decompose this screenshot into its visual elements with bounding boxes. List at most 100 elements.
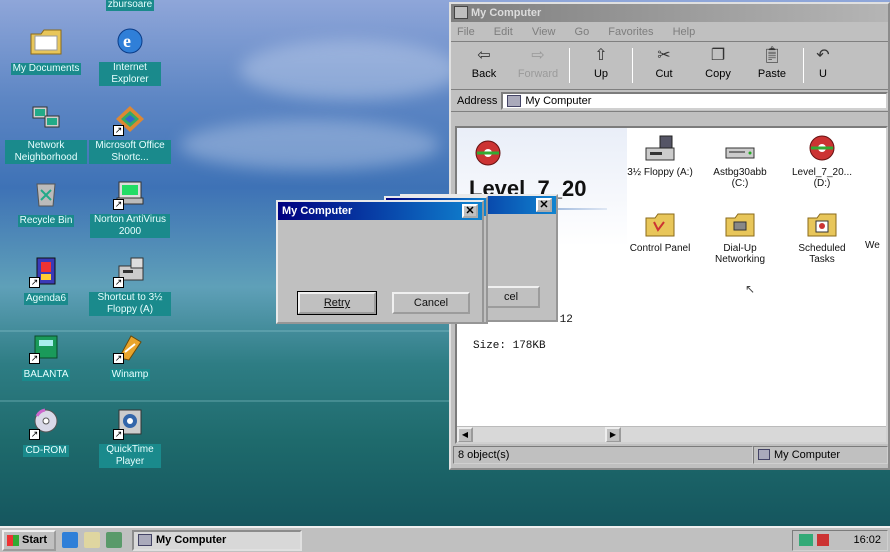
desktop-icon-floppy-shortcut[interactable]: ↗ Shortcut to 3½ Floppy (A) (88, 256, 172, 316)
desktop-icon-quicktime[interactable]: ↗ QuickTime Player (88, 408, 172, 468)
desktop-icon-label: My Documents (10, 63, 82, 75)
status-location: My Computer (753, 446, 888, 464)
up-folder-icon: ⇧ (594, 47, 608, 64)
desktop-icon-label: Recycle Bin (17, 215, 75, 227)
desktop-icon-label: Norton AntiVirus 2000 (90, 214, 170, 238)
menu-edit[interactable]: Edit (494, 26, 513, 38)
horizontal-scrollbar[interactable]: ◀ ▶ (457, 426, 886, 442)
office-icon: ↗ (113, 104, 147, 136)
cd-drive-icon (471, 138, 505, 168)
menu-favorites[interactable]: Favorites (608, 26, 653, 38)
menu-help[interactable]: Help (673, 26, 696, 38)
clock[interactable]: 16:02 (853, 534, 881, 546)
cancel-button[interactable]: Cancel (392, 292, 470, 314)
item-hard-drive[interactable]: Astbg30abb (C:) (705, 134, 775, 189)
desktop-icon-office[interactable]: ↗ Microsoft Office Shortc... (88, 104, 172, 164)
undo-icon: ↶ (816, 47, 830, 64)
network-icon (29, 104, 63, 136)
menu-go[interactable]: Go (575, 26, 590, 38)
close-button[interactable]: ✕ (462, 204, 478, 218)
desktop-icon-label: Winamp (109, 369, 151, 381)
taskbar-button-my-computer[interactable]: My Computer (132, 529, 302, 551)
item-cd-drive[interactable]: Level_7_20... (D:) (787, 134, 857, 189)
desktop-icon-recycle-bin[interactable]: Recycle Bin (4, 178, 88, 227)
winamp-icon: ↗ (113, 332, 147, 364)
control-panel-icon (644, 210, 676, 240)
item-label: 3½ Floppy (A:) (627, 167, 693, 178)
my-computer-icon (758, 449, 770, 460)
dialog-title: My Computer (282, 205, 353, 217)
explorer-menubar: File Edit View Go Favorites Help (451, 22, 888, 42)
quicklaunch-outlook-icon[interactable] (84, 532, 100, 548)
back-button[interactable]: ⇦ Back (457, 42, 511, 89)
desktop-icon-network-neighborhood[interactable]: Network Neighborhood (4, 104, 88, 164)
volume-tray-icon[interactable] (817, 534, 829, 546)
cancel-label-partial: cel (503, 291, 519, 303)
start-button[interactable]: Start (2, 529, 56, 551)
hard-drive-icon (724, 134, 756, 164)
network-tray-icon[interactable] (799, 534, 813, 546)
copy-icon: ❐ (710, 47, 726, 64)
desktop-icon-label: CD-ROM (23, 445, 69, 457)
desktop-icon-label: QuickTime Player (99, 444, 161, 468)
scroll-left-button[interactable]: ◀ (457, 427, 473, 442)
toolbar-separator (803, 48, 804, 83)
desktop-icon-agenda[interactable]: ↗ Agenda6 (4, 256, 88, 305)
item-floppy-drive[interactable]: 3½ Floppy (A:) (625, 134, 695, 178)
copy-label: Copy (705, 68, 731, 80)
quicklaunch-ie-icon[interactable] (62, 532, 78, 548)
cancel-label: Cancel (413, 297, 449, 309)
close-button[interactable]: ✕ (536, 198, 552, 212)
address-value: My Computer (525, 94, 592, 107)
internet-explorer-icon: e (113, 26, 147, 58)
menu-view[interactable]: View (532, 26, 556, 38)
desktop-icon-label: Shortcut to 3½ Floppy (A) (89, 292, 171, 316)
scroll-right-button[interactable]: ▶ (605, 427, 621, 442)
desktop-icon-winamp[interactable]: ↗ Winamp (88, 332, 172, 381)
retry-button[interactable]: Retry (297, 291, 377, 315)
dialog-titlebar[interactable]: My Computer ✕ (278, 202, 482, 220)
svg-text:e: e (123, 31, 131, 51)
item-label: Level_7_20... (D:) (791, 167, 853, 189)
item-label: Control Panel (629, 243, 691, 254)
back-arrow-icon: ⇦ (477, 47, 491, 64)
error-dialog[interactable]: My Computer ✕ Retry Cancel (276, 200, 484, 324)
forward-button[interactable]: ⇨ Forward (511, 42, 565, 89)
windows-logo-icon (7, 534, 19, 546)
cut-label: Cut (655, 68, 673, 80)
explorer-toolbar: ⇦ Back ⇨ Forward ⇧ Up ✂ Cut ❐ Copy 📋︎ Paste ↶ U (451, 42, 888, 90)
desktop-icon-balanta[interactable]: ↗ BALANTA (4, 332, 88, 381)
paste-button[interactable]: 📋︎ Paste (745, 42, 799, 89)
wallpaper-cloud (240, 40, 460, 100)
start-label: Start (22, 533, 48, 546)
paste-label: Paste (757, 68, 787, 80)
item-label: Scheduled Tasks (798, 243, 846, 265)
forward-arrow-icon: ⇨ (531, 47, 545, 64)
desktop-icon-top[interactable]: zbursoare (88, 0, 172, 11)
undo-button[interactable]: ↶ U (808, 42, 838, 89)
retry-label: Retry (323, 297, 351, 309)
desktop-icon-norton[interactable]: ↗ Norton AntiVirus 2000 (88, 178, 172, 238)
desktop-icon-my-documents[interactable]: My Documents (4, 26, 88, 75)
menu-file[interactable]: File (457, 26, 475, 38)
quicklaunch-desktop-icon[interactable] (106, 532, 122, 548)
explorer-title: My Computer (471, 7, 542, 19)
desktop-icon-cdrom[interactable]: ↗ CD-ROM (4, 408, 88, 457)
cut-button[interactable]: ✂ Cut (637, 42, 691, 89)
address-field[interactable]: My Computer (501, 91, 888, 110)
item-label: Dial-Up Networking (714, 243, 766, 265)
desktop-icon-label: Internet Explorer (99, 62, 161, 86)
desktop-icon-internet-explorer[interactable]: e Internet Explorer (88, 26, 172, 86)
item-dialup[interactable]: Dial-Up Networking (705, 210, 775, 265)
copy-button[interactable]: ❐ Copy (691, 42, 745, 89)
up-button[interactable]: ⇧ Up (574, 42, 628, 89)
item-web-folders[interactable]: We (865, 210, 886, 251)
item-label: Astbg30abb (C:) (713, 167, 767, 189)
forward-label: Forward (517, 68, 559, 80)
cancel-button-back[interactable]: cel (482, 286, 540, 308)
desktop-icon-label: zbursoare (105, 0, 155, 11)
item-control-panel[interactable]: Control Panel (625, 210, 695, 254)
explorer-titlebar[interactable]: My Computer (451, 4, 888, 22)
panel-size: Size: 178KB (473, 340, 546, 352)
item-scheduled-tasks[interactable]: Scheduled Tasks (787, 210, 857, 265)
